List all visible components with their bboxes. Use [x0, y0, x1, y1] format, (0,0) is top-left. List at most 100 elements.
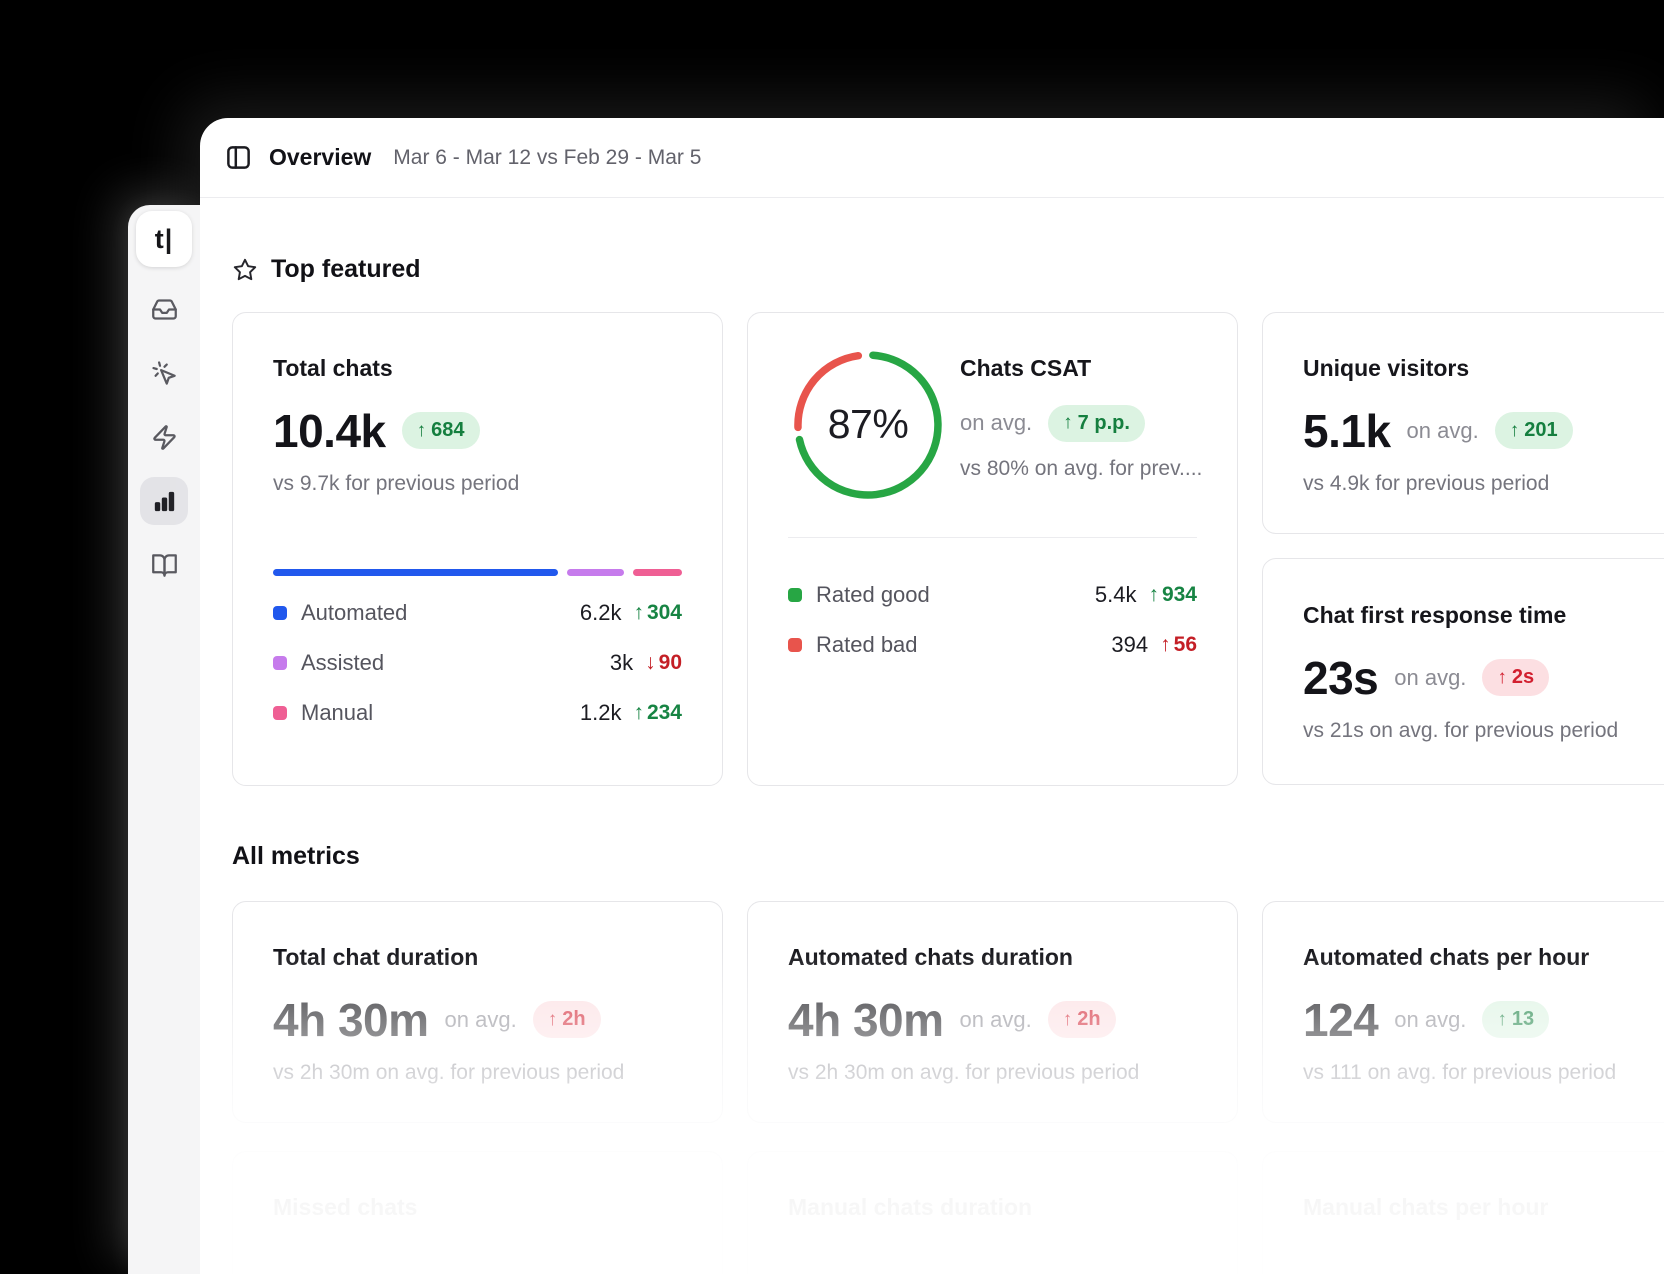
- arrow-up-icon: ↑: [1497, 1009, 1507, 1031]
- legend-label: Rated bad: [816, 632, 918, 658]
- arrow-up-icon: ↑: [1063, 1009, 1073, 1031]
- total-chat-duration-value: 4h 30m: [273, 993, 429, 1047]
- delta-value: 2h: [562, 1008, 585, 1031]
- manual-bar-segment: [633, 569, 682, 576]
- arrow-up-icon: ↑: [1497, 667, 1507, 689]
- legend-row-rated-bad: Rated bad 394 ↑56: [788, 628, 1197, 662]
- comparison-text: vs 2h 30m on avg. for previous period: [273, 1060, 682, 1086]
- legend-value: 5.4k: [1095, 582, 1137, 608]
- comparison-text: vs 4.9k for previous period: [1303, 471, 1664, 497]
- sidebar-item-flows[interactable]: [140, 413, 188, 461]
- legend-label: Automated: [301, 600, 407, 626]
- legend-delta: 90: [659, 651, 682, 674]
- workspace-logo-label: t|: [155, 224, 174, 255]
- chats-csat-card: 87% Chats CSAT on avg. ↑ 7 p.p.: [747, 312, 1238, 786]
- lightning-icon: [151, 424, 178, 451]
- assisted-swatch: [273, 656, 287, 670]
- card-title: Manual chats per hour: [1303, 1192, 1664, 1222]
- on-avg-label: on avg.: [960, 410, 1032, 436]
- manual-chats-per-hour-card: Manual chats per hour: [1262, 1151, 1664, 1274]
- arrow-up-icon: ↑: [633, 601, 644, 624]
- csat-summary: 87% Chats CSAT on avg. ↑ 7 p.p.: [788, 353, 1197, 505]
- panel-left-icon: [225, 144, 252, 171]
- sidebar-item-analytics[interactable]: [140, 477, 188, 525]
- open-book-icon: [151, 552, 178, 579]
- arrow-up-icon: ↑: [1148, 583, 1159, 606]
- on-avg-label: on avg.: [1394, 1007, 1466, 1033]
- value-row: 4h 30m on avg. ↑ 2h: [273, 994, 682, 1046]
- legend-row-manual: Manual 1.2k ↑234: [273, 696, 682, 730]
- delta-value: 7 p.p.: [1078, 412, 1130, 435]
- automated-chats-duration-value: 4h 30m: [788, 993, 944, 1047]
- app-sidebar: t|: [128, 205, 200, 1274]
- legend-trend: ↑934: [1148, 583, 1197, 607]
- value-row: 124 on avg. ↑ 13: [1303, 994, 1664, 1046]
- value-row: 10.4k ↑ 684: [273, 405, 682, 457]
- card-title: Automated chats duration: [788, 942, 1197, 972]
- delta-badge: ↑ 2h: [1048, 1001, 1116, 1038]
- unique-visitors-card: Unique visitors 5.1k on avg. ↑ 201 vs 4.…: [1262, 312, 1664, 534]
- legend-row-assisted: Assisted 3k ↓90: [273, 646, 682, 680]
- assisted-bar-segment: [567, 569, 624, 576]
- arrow-up-icon: ↑: [1510, 420, 1520, 442]
- top-featured-grid: Total chats 10.4k ↑ 684 vs 9.7k for prev…: [232, 312, 1664, 786]
- chat-first-response-card: Chat first response time 23s on avg. ↑ 2…: [1262, 558, 1664, 785]
- bar-chart-icon: [151, 488, 178, 515]
- legend-label: Manual: [301, 700, 373, 726]
- arrow-up-icon: ↑: [1063, 412, 1073, 434]
- date-range-label: Mar 6 - Mar 12 vs Feb 29 - Mar 5: [393, 146, 701, 170]
- legend-delta: 56: [1174, 633, 1197, 656]
- legend-delta: 304: [647, 601, 682, 624]
- sidebar-item-knowledge[interactable]: [140, 541, 188, 589]
- delta-value: 2h: [1077, 1008, 1100, 1031]
- automated-swatch: [273, 606, 287, 620]
- total-chats-value: 10.4k: [273, 404, 386, 458]
- delta-value: 2s: [1512, 666, 1534, 689]
- total-chat-duration-card: Total chat duration 4h 30m on avg. ↑ 2h …: [232, 901, 723, 1123]
- delta-badge: ↑ 201: [1495, 412, 1573, 449]
- sidebar-item-automation[interactable]: [140, 349, 188, 397]
- workspace-logo[interactable]: t|: [136, 211, 192, 267]
- comparison-text: vs 80% on avg. for prev....: [960, 456, 1197, 482]
- delta-value: 684: [431, 419, 464, 442]
- delta-value: 13: [1512, 1008, 1534, 1031]
- card-title: Missed chats: [273, 1192, 682, 1222]
- chats-legend: Automated 6.2k ↑304 Assisted 3k ↓90: [273, 596, 682, 730]
- manual-swatch: [273, 706, 287, 720]
- on-avg-label: on avg.: [445, 1007, 517, 1033]
- value-row: 4h 30m on avg. ↑ 2h: [788, 994, 1197, 1046]
- arrow-up-icon: ↑: [417, 420, 427, 442]
- value-row: on avg. ↑ 7 p.p.: [960, 405, 1197, 442]
- star-icon: [232, 257, 258, 283]
- csat-details: Chats CSAT on avg. ↑ 7 p.p. vs 80% on av…: [960, 353, 1197, 482]
- csat-percentage: 87%: [788, 345, 948, 505]
- value-row: 5.1k on avg. ↑ 201: [1303, 405, 1664, 457]
- dashboard-content: Top featured Total chats 10.4k ↑ 684 vs …: [200, 198, 1664, 1274]
- legend-value: 1.2k: [580, 700, 622, 726]
- total-chats-card: Total chats 10.4k ↑ 684 vs 9.7k for prev…: [232, 312, 723, 786]
- on-avg-label: on avg.: [1394, 665, 1466, 691]
- csat-legend: Rated good 5.4k ↑934 Rated bad 394 ↑56: [788, 578, 1197, 662]
- csat-donut-chart: 87%: [788, 345, 948, 505]
- delta-value: 201: [1524, 419, 1557, 442]
- rated-good-swatch: [788, 588, 802, 602]
- delta-badge: ↑ 13: [1482, 1001, 1549, 1038]
- all-metrics-heading-label: All metrics: [232, 842, 360, 871]
- sidebar-item-inbox[interactable]: [140, 285, 188, 333]
- right-card-column: Unique visitors 5.1k on avg. ↑ 201 vs 4.…: [1262, 312, 1664, 786]
- legend-row-automated: Automated 6.2k ↑304: [273, 596, 682, 630]
- manual-chats-duration-card: Manual chats duration: [747, 1151, 1238, 1274]
- on-avg-label: on avg.: [960, 1007, 1032, 1033]
- legend-trend: ↑234: [633, 701, 682, 725]
- page-title: Overview: [269, 144, 371, 171]
- card-title: Manual chats duration: [788, 1192, 1197, 1222]
- legend-row-rated-good: Rated good 5.4k ↑934: [788, 578, 1197, 612]
- automated-bar-segment: [273, 569, 558, 576]
- on-avg-label: on avg.: [1407, 418, 1479, 444]
- top-featured-heading-label: Top featured: [271, 255, 421, 284]
- collapse-sidebar-button[interactable]: [225, 144, 252, 171]
- delta-badge: ↑ 7 p.p.: [1048, 405, 1145, 442]
- comparison-text: vs 111 on avg. for previous period: [1303, 1060, 1664, 1086]
- automated-chats-per-hour-value: 124: [1303, 993, 1378, 1047]
- legend-value: 6.2k: [580, 600, 622, 626]
